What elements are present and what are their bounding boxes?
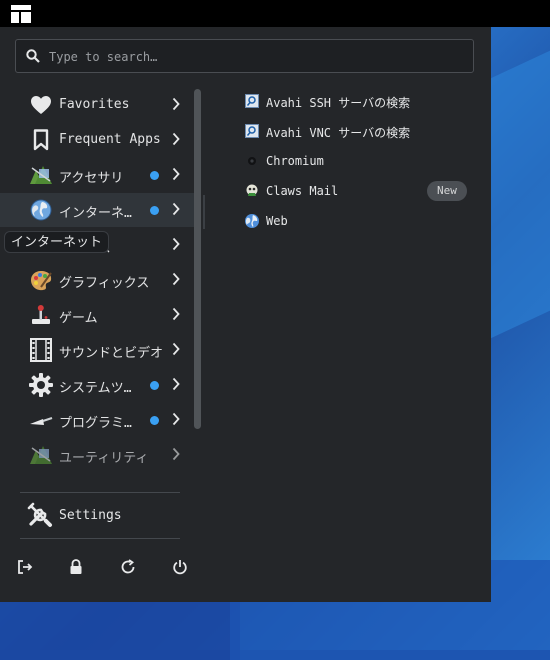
chromium-icon [244,153,260,169]
utilities-icon [29,443,53,467]
restart-icon [121,559,135,574]
app-menu-button[interactable] [5,2,37,25]
new-indicator-dot [150,416,159,425]
application-menu: Type to search… Favorites Frequent Apps [0,27,491,602]
search-input[interactable]: Type to search… [49,50,157,64]
chevron-right-icon [172,167,180,181]
heart-icon [29,93,53,117]
category-favorites[interactable]: Favorites [0,88,195,122]
chevron-right-icon [172,132,180,146]
avahi-ssh-icon [244,93,260,109]
new-indicator-dot [150,171,159,180]
new-badge: New [427,181,467,201]
claws-mail-icon [244,183,260,199]
app-claws-mail[interactable]: Claws Mail New [240,177,472,205]
category-label: サウンドとビデオ [59,346,164,361]
settings-tools-icon [27,502,53,532]
app-avahi-ssh[interactable]: Avahi SSH サーバの検索 [240,87,472,115]
logout-icon [18,560,33,574]
app-label: Avahi SSH サーバの検索 [266,96,411,110]
category-scrollbar[interactable] [194,89,201,429]
chevron-right-icon [172,272,180,286]
chevron-right-icon [172,307,180,321]
new-indicator-dot [150,381,159,390]
category-tooltip: インターネット [4,231,110,253]
app-label: Avahi VNC サーバの検索 [266,126,411,140]
app-grid-icon [11,4,31,23]
category-label: グラフィックス [59,276,150,291]
app-label: Claws Mail [266,184,339,198]
category-label: アクセサリ [59,171,124,186]
joystick-icon [29,303,53,327]
chevron-right-icon [172,412,180,426]
top-panel [0,0,550,27]
selection-edge [203,195,205,229]
restart-button[interactable] [115,554,141,580]
category-programming[interactable]: プログラミ… [0,403,195,437]
chevron-right-icon [172,97,180,111]
app-label: Chromium [266,154,324,168]
category-label: インターネ… [59,206,132,221]
bookmark-icon [29,128,53,152]
settings-button[interactable]: Settings [0,497,195,535]
film-strip-icon [29,338,53,362]
chevron-right-icon [172,202,180,216]
logout-button[interactable] [12,554,38,580]
category-frequent-apps[interactable]: Frequent Apps [0,123,195,157]
category-label: ゲーム [59,311,98,326]
category-games[interactable]: ゲーム [0,298,195,332]
category-internet[interactable]: インターネ… [0,193,195,227]
chevron-right-icon [172,377,180,391]
category-label: プログラミ… [59,416,132,431]
shutdown-button[interactable] [167,554,193,580]
web-globe-icon [244,213,260,229]
category-accessories[interactable]: アクセサリ [0,158,195,192]
accessories-icon [29,163,53,187]
category-label: Favorites [59,97,130,112]
app-avahi-vnc[interactable]: Avahi VNC サーバの検索 [240,117,472,145]
avahi-vnc-icon [244,123,260,139]
category-label: システムツ… [59,381,132,396]
search-icon [26,49,40,63]
category-graphics[interactable]: グラフィックス [0,263,195,297]
programming-trowel-icon [29,408,53,432]
app-label: Web [266,214,288,228]
app-web[interactable]: Web [240,207,472,235]
chevron-right-icon [172,447,180,461]
power-icon [173,560,187,575]
session-actions [0,552,210,582]
system-gear-icon [29,373,53,397]
graphics-palette-icon [29,268,53,292]
internet-globe-icon [29,198,53,222]
lock-icon [70,559,82,574]
search-field[interactable]: Type to search… [15,39,474,73]
separator [20,538,180,539]
category-label: Frequent Apps [59,132,161,147]
category-system-tools[interactable]: システムツ… [0,368,195,402]
settings-label: Settings [59,508,122,523]
app-chromium[interactable]: Chromium [240,147,472,175]
chevron-right-icon [172,237,180,251]
new-indicator-dot [150,206,159,215]
separator [20,492,180,493]
category-list: Favorites Frequent Apps アクセサリ インターネ… グラフ… [0,88,195,483]
category-label: ユーティリティ [59,451,149,466]
category-sound-video[interactable]: サウンドとビデオ [0,333,195,367]
category-utilities[interactable]: ユーティリティ [0,438,195,472]
lock-screen-button[interactable] [63,554,89,580]
chevron-right-icon [172,342,180,356]
